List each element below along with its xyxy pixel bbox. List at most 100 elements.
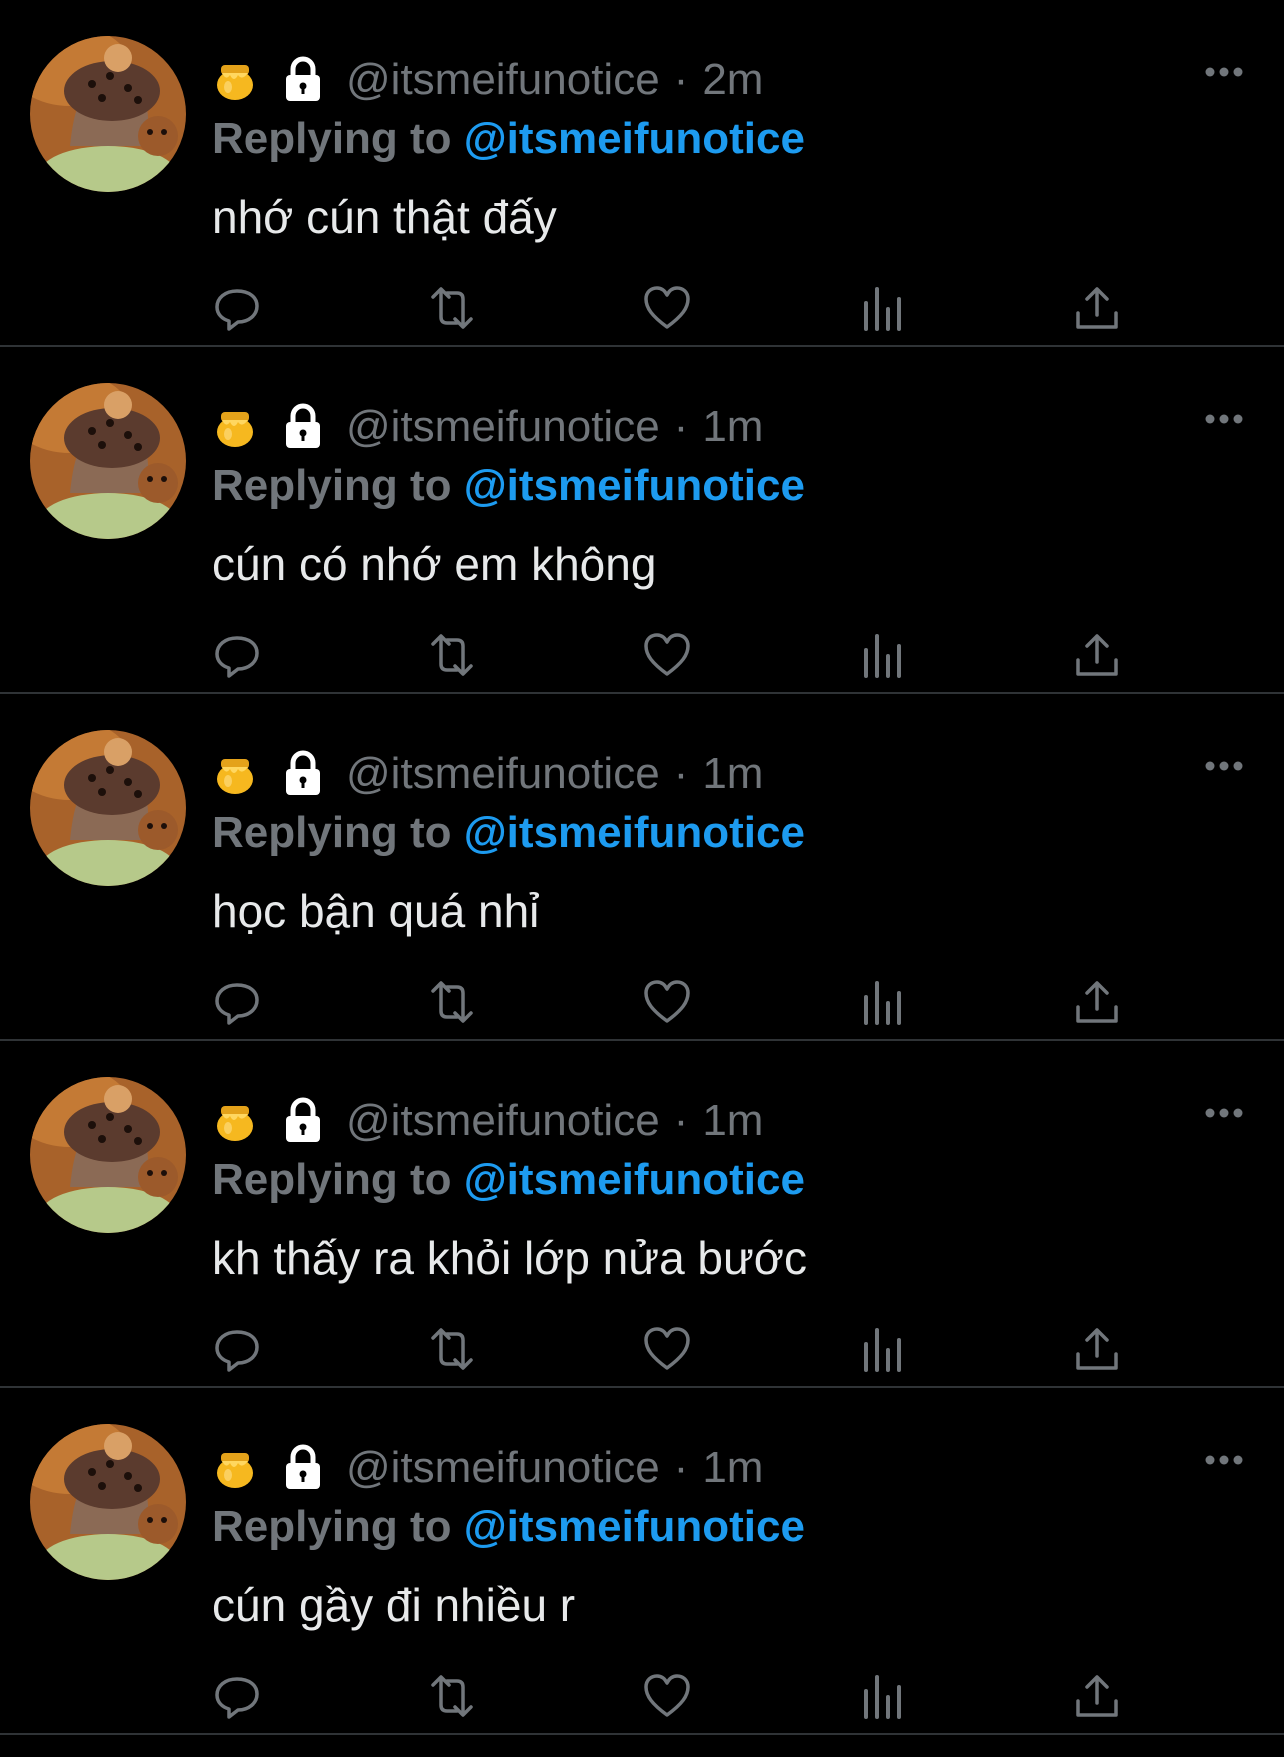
like-icon [644,1327,690,1370]
views-icon [864,981,901,1025]
avatar[interactable] [30,1077,186,1233]
reply-icon [215,1677,259,1719]
share-button[interactable] [1072,283,1122,333]
retweet-icon [431,1328,473,1370]
timestamp[interactable]: 2m [702,55,763,105]
replying-to-label: Replying to [212,461,464,510]
share-icon [1076,1328,1118,1370]
like-button[interactable] [642,283,692,333]
retweet-button[interactable] [427,1671,477,1721]
views-icon [864,287,901,331]
tweet-text: kh thấy ra khỏi lớp nửa bước [212,1232,807,1284]
replying-to: Replying to @itsmeifunotice [212,808,805,858]
replying-to-mention[interactable]: @itsmeifunotice [464,1502,805,1551]
views-button[interactable] [857,1324,907,1374]
share-icon [1076,634,1118,676]
avatar[interactable] [30,1424,186,1580]
separator-dot: · [673,402,689,451]
retweet-icon [431,287,473,329]
reply-button[interactable] [212,977,262,1027]
user-handle[interactable]: @itsmeifunotice [346,1096,660,1146]
timestamp[interactable]: 1m [702,749,763,799]
more-options-icon[interactable] [1204,413,1244,425]
reply-icon [215,289,259,331]
reply-button[interactable] [212,283,262,333]
tweet-feed: @itsmeifunotice · 2m Replying to @itsmei… [0,0,1284,1757]
tweet-text: nhớ cún thật đấy [212,191,557,243]
tweet-actions [212,630,1132,680]
tweet-actions [212,977,1132,1027]
tweet-header: @itsmeifunotice · 2m [212,52,763,108]
views-button[interactable] [857,1671,907,1721]
tweet[interactable]: @itsmeifunotice · 1m Replying to @itsmei… [0,1388,1284,1735]
separator-dot: · [673,749,689,798]
share-icon [1076,1675,1118,1717]
replying-to-mention[interactable]: @itsmeifunotice [464,114,805,163]
tweet[interactable]: @itsmeifunotice · 1m Replying to @itsmei… [0,347,1284,694]
user-handle[interactable]: @itsmeifunotice [346,1443,660,1493]
tweet-header: @itsmeifunotice · 1m [212,399,763,455]
avatar[interactable] [30,383,186,539]
replying-to-mention[interactable]: @itsmeifunotice [464,808,805,857]
views-button[interactable] [857,283,907,333]
tweet-actions [212,1324,1132,1374]
replying-to-mention[interactable]: @itsmeifunotice [464,1155,805,1204]
user-handle[interactable]: @itsmeifunotice [346,55,660,105]
like-icon [644,286,690,329]
avatar[interactable] [30,36,186,192]
lock-icon [286,403,320,448]
timestamp[interactable]: 1m [702,1096,763,1146]
share-button[interactable] [1072,1324,1122,1374]
like-icon [644,633,690,676]
lock-icon [286,56,320,101]
reply-button[interactable] [212,1671,262,1721]
more-options-icon[interactable] [1204,1454,1244,1466]
views-button[interactable] [857,977,907,1027]
tweet-actions [212,283,1132,333]
reply-icon [215,983,259,1025]
share-button[interactable] [1072,630,1122,680]
reply-button[interactable] [212,1324,262,1374]
reply-button[interactable] [212,630,262,680]
tweet[interactable]: @itsmeifunotice · 2m Replying to @itsmei… [0,0,1284,347]
share-button[interactable] [1072,1671,1122,1721]
replying-to-label: Replying to [212,1155,464,1204]
retweet-button[interactable] [427,630,477,680]
retweet-button[interactable] [427,977,477,1027]
like-button[interactable] [642,630,692,680]
honey-pot-icon [217,1106,253,1141]
tweet-header: @itsmeifunotice · 1m [212,746,763,802]
like-button[interactable] [642,1671,692,1721]
avatar[interactable] [30,730,186,886]
share-icon [1076,981,1118,1023]
more-options-icon[interactable] [1204,66,1244,78]
tweet[interactable]: @itsmeifunotice · 1m Replying to @itsmei… [0,694,1284,1041]
replying-to: Replying to @itsmeifunotice [212,114,805,164]
tweet[interactable]: @itsmeifunotice · 1m Replying to @itsmei… [0,1041,1284,1388]
replying-to-label: Replying to [212,1502,464,1551]
views-button[interactable] [857,630,907,680]
more-options-icon[interactable] [1204,760,1244,772]
separator-dot: · [673,55,689,104]
views-icon [864,634,901,678]
timestamp[interactable]: 1m [702,1443,763,1493]
share-button[interactable] [1072,977,1122,1027]
user-handle[interactable]: @itsmeifunotice [346,402,660,452]
replying-to-label: Replying to [212,114,464,163]
timestamp[interactable]: 1m [702,402,763,452]
retweet-button[interactable] [427,1324,477,1374]
tweet-text: cún có nhớ em không [212,538,657,590]
retweet-icon [431,981,473,1023]
honey-pot-icon [217,412,253,447]
like-icon [644,980,690,1023]
like-button[interactable] [642,977,692,1027]
tweet-header: @itsmeifunotice · 1m [212,1440,763,1496]
replying-to: Replying to @itsmeifunotice [212,461,805,511]
replying-to-mention[interactable]: @itsmeifunotice [464,461,805,510]
replying-to: Replying to @itsmeifunotice [212,1502,805,1552]
user-handle[interactable]: @itsmeifunotice [346,749,660,799]
retweet-button[interactable] [427,283,477,333]
honey-pot-icon [217,759,253,794]
like-button[interactable] [642,1324,692,1374]
more-options-icon[interactable] [1204,1107,1244,1119]
